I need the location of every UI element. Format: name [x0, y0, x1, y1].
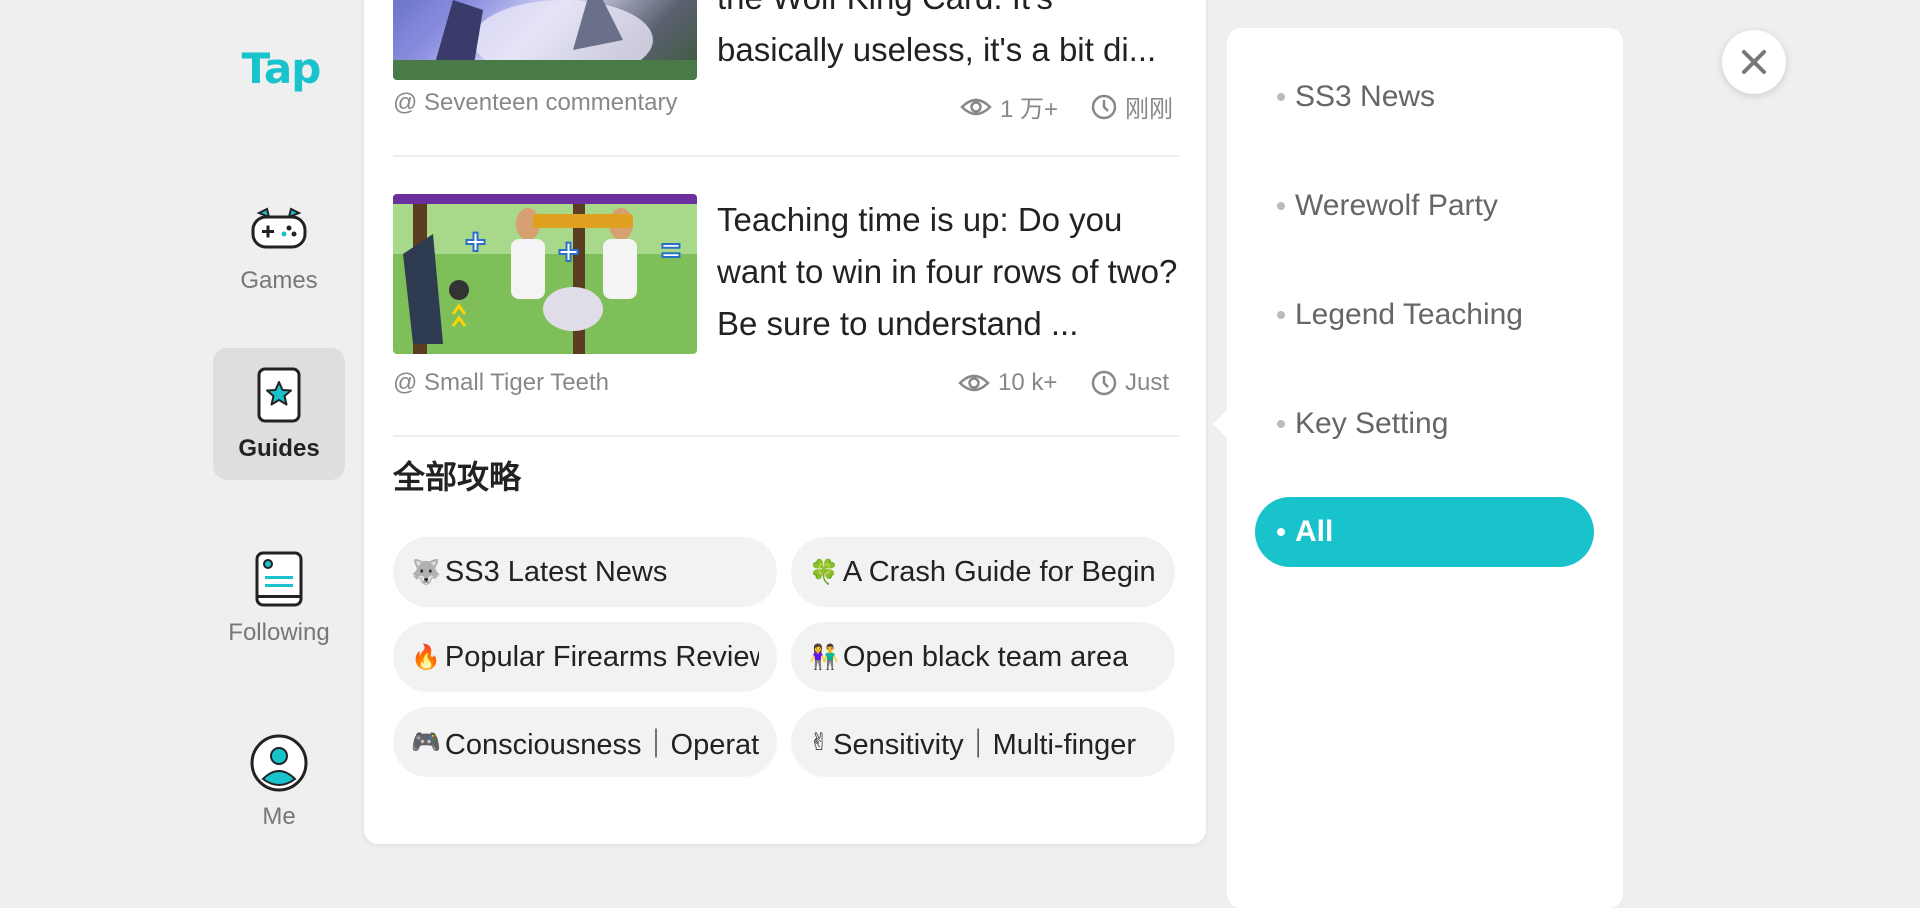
bullet-dot	[1277, 93, 1285, 101]
nav-item-games[interactable]: Games	[213, 180, 345, 312]
divider	[393, 155, 1180, 157]
guide-chip[interactable]: 👫 Open black team area	[791, 622, 1175, 692]
svg-text:=: =	[661, 232, 681, 270]
divider	[393, 435, 1180, 437]
view-count: 1 万+	[960, 89, 1058, 124]
guide-chip[interactable]: 🎮 Consciousness｜Operation	[393, 707, 777, 777]
tap-logo[interactable]: Tap	[241, 44, 322, 93]
article-author[interactable]: @ Small Tiger Teeth	[393, 369, 609, 397]
article-title: Teaching time is up: Do you want to win …	[717, 201, 1178, 342]
post-time: 刚刚	[1091, 89, 1173, 124]
filter-option-all[interactable]: All	[1255, 497, 1594, 567]
filter-option-key-setting[interactable]: Key Setting	[1277, 407, 1448, 441]
following-list-icon	[249, 549, 309, 609]
guides-feed: the Wolf King Card. It's basically usele…	[364, 0, 1206, 844]
article-meta-2: @ Small Tiger Teeth 10 k+ Just	[393, 369, 1180, 401]
sidebar: Tap Games Guides Following Me	[0, 0, 360, 887]
nav-item-me[interactable]: Me	[213, 716, 345, 848]
nav-label-me: Me	[262, 803, 296, 830]
filter-option-werewolf-party[interactable]: Werewolf Party	[1277, 189, 1498, 223]
bullet-dot	[1277, 420, 1285, 428]
nav-label-guides: Guides	[238, 435, 320, 462]
guide-chip[interactable]: ✌ Sensitivity｜Multi-finger	[791, 707, 1175, 777]
nav-label-following: Following	[228, 619, 330, 646]
bullet-dot	[1277, 311, 1285, 319]
guide-chip[interactable]: 🍀 A Crash Guide for Beginners	[791, 537, 1175, 607]
clock-icon	[1091, 94, 1117, 119]
close-icon	[1742, 50, 1766, 74]
eye-icon	[960, 98, 992, 115]
guide-chip[interactable]: 🐺 SS3 Latest News	[393, 537, 777, 607]
article-thumbnail	[393, 0, 697, 80]
article-thumbnail: + + =	[393, 194, 697, 354]
filter-pointer	[1213, 410, 1227, 438]
nav-item-guides[interactable]: Guides	[213, 348, 345, 480]
category-filter-panel: SS3 News Werewolf Party Legend Teaching …	[1227, 28, 1623, 908]
gamepad-icon	[249, 197, 309, 257]
article-title: the Wolf King Card. It's basically usele…	[717, 0, 1157, 68]
filter-option-legend-teaching[interactable]: Legend Teaching	[1277, 298, 1523, 332]
svg-text:+: +	[465, 221, 486, 262]
profile-icon	[249, 733, 309, 793]
post-time: Just	[1091, 369, 1169, 397]
bullet-dot	[1277, 202, 1285, 210]
view-count: 10 k+	[958, 369, 1057, 397]
section-title: 全部攻略	[393, 458, 522, 496]
article-meta-1: @ Seventeen commentary 1 万+ 刚刚	[393, 89, 1180, 124]
guides-star-icon	[249, 365, 309, 425]
nav-item-following[interactable]: Following	[213, 532, 345, 664]
bullet-dot	[1277, 528, 1285, 536]
svg-text:+: +	[558, 231, 579, 272]
nav-label-games: Games	[240, 267, 318, 294]
filter-option-ss3-news[interactable]: SS3 News	[1277, 80, 1435, 114]
eye-icon	[958, 374, 990, 392]
article-author[interactable]: @ Seventeen commentary	[393, 89, 678, 117]
guide-chip[interactable]: 🔥 Popular Firearms Review	[393, 622, 777, 692]
close-button[interactable]	[1722, 30, 1786, 94]
clock-icon	[1091, 370, 1117, 396]
